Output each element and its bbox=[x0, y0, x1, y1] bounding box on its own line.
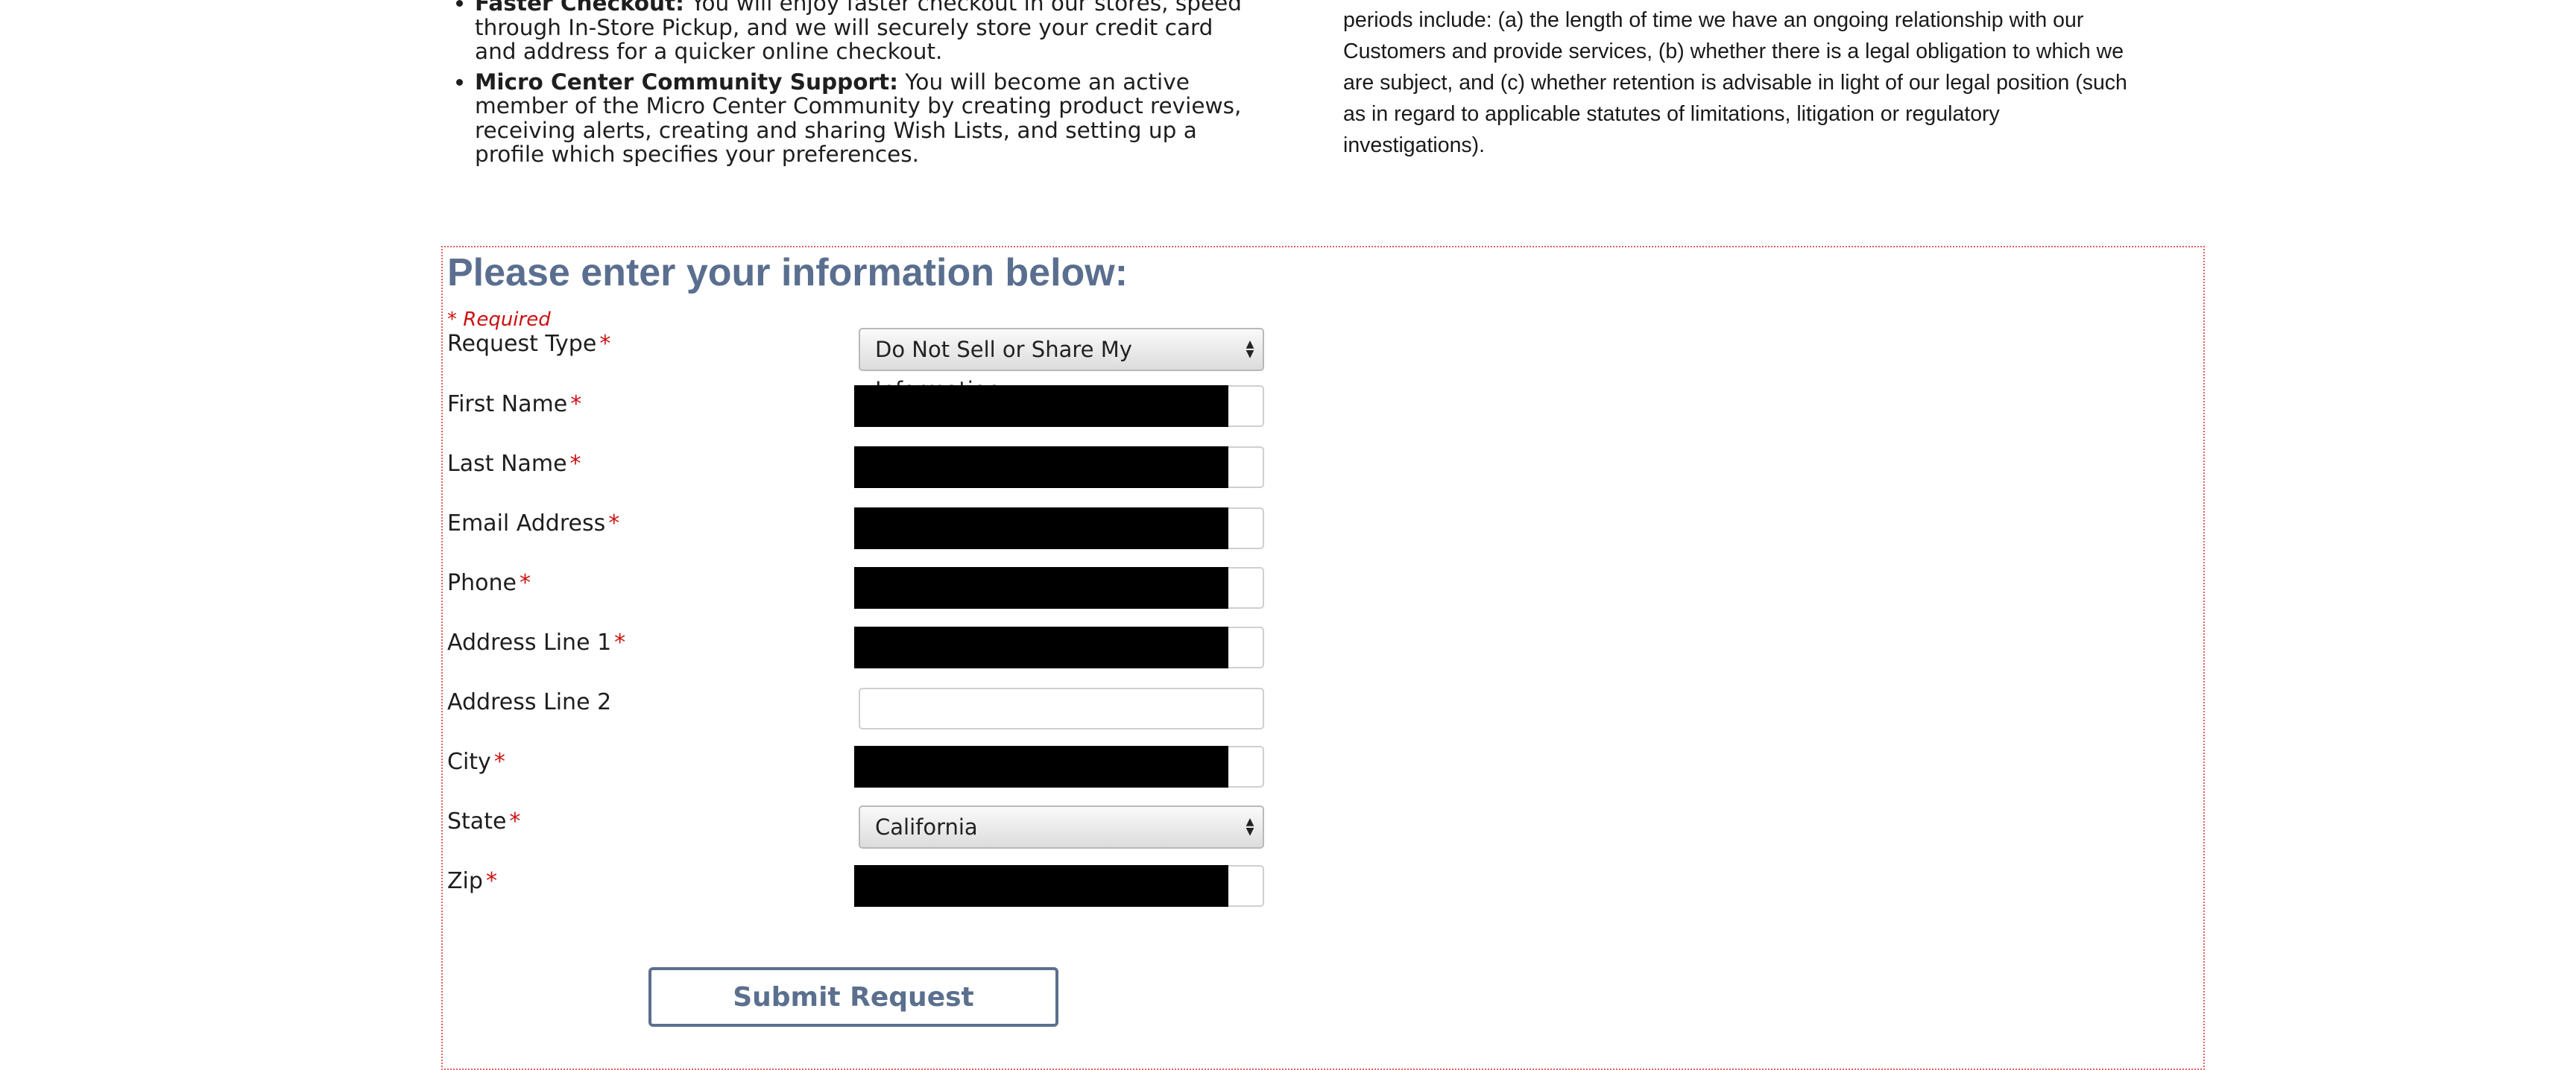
phone-label: Phone * bbox=[447, 570, 531, 596]
city-value bbox=[854, 746, 1228, 788]
address2-label: Address Line 2 bbox=[447, 689, 612, 715]
request-type-row: Request Type* Do Not Sell or Share My In… bbox=[447, 328, 1267, 402]
required-marker: * bbox=[519, 570, 531, 596]
email-field[interactable] bbox=[854, 507, 1264, 549]
last-name-label: Last Name * bbox=[447, 451, 581, 477]
phone-field[interactable] bbox=[854, 567, 1264, 609]
benefit-item-community-support: Micro Center Community Support: You will… bbox=[475, 69, 1252, 167]
privacy-request-form: Please enter your information below: * R… bbox=[441, 246, 2205, 1070]
first-name-row: First Name * bbox=[447, 385, 1267, 436]
form-title: Please enter your information below: bbox=[447, 251, 1128, 294]
city-row: City * bbox=[447, 746, 1267, 794]
required-marker: * bbox=[485, 868, 497, 894]
submit-request-button[interactable]: Submit Request bbox=[648, 967, 1058, 1027]
benefits-list: Faster Checkout: You will enjoy faster c… bbox=[447, 0, 1252, 167]
retention-paragraph: periods include: (a) the length of time … bbox=[1343, 8, 2127, 157]
first-name-label: First Name * bbox=[447, 391, 582, 417]
required-marker: * bbox=[493, 749, 505, 775]
request-type-select[interactable]: Do Not Sell or Share My Information ▲▼ bbox=[859, 328, 1264, 402]
city-label: City * bbox=[447, 749, 505, 775]
benefit-title: Micro Center Community Support: bbox=[475, 69, 898, 95]
address1-value bbox=[854, 627, 1228, 668]
required-marker: * bbox=[614, 630, 626, 656]
address2-row: Address Line 2 bbox=[447, 688, 1267, 734]
state-value: California bbox=[875, 814, 978, 840]
benefits-section: Faster Checkout: You will enjoy faster c… bbox=[447, 0, 1252, 173]
state-label: State * bbox=[447, 808, 521, 835]
zip-field[interactable] bbox=[854, 865, 1264, 907]
select-arrows-icon: ▲ ▼ bbox=[1246, 816, 1254, 838]
required-marker: * bbox=[570, 391, 582, 417]
address1-field[interactable] bbox=[854, 627, 1264, 668]
last-name-row: Last Name * bbox=[447, 446, 1267, 496]
city-field[interactable] bbox=[854, 746, 1264, 788]
first-name-input[interactable] bbox=[854, 385, 1264, 427]
email-label: Email Address * bbox=[447, 510, 620, 536]
email-value bbox=[854, 507, 1228, 549]
last-name-input[interactable] bbox=[854, 446, 1264, 488]
state-select[interactable]: California ▲ ▼ bbox=[859, 805, 1264, 849]
address2-value bbox=[859, 688, 1261, 729]
required-marker: * bbox=[509, 808, 521, 835]
address2-field[interactable] bbox=[859, 688, 1264, 729]
retention-section: periods include: (a) the length of time … bbox=[1343, 4, 2133, 161]
required-marker: * bbox=[599, 331, 611, 357]
address1-label: Address Line 1 * bbox=[447, 630, 626, 656]
phone-value bbox=[854, 567, 1228, 609]
address1-row: Address Line 1 * bbox=[447, 627, 1267, 674]
first-name-value bbox=[854, 385, 1228, 427]
email-row: Email Address * bbox=[447, 507, 1267, 555]
benefit-item-faster-checkout: Faster Checkout: You will enjoy faster c… bbox=[475, 0, 1252, 64]
select-arrows-icon: ▲ ▼ bbox=[1246, 338, 1254, 360]
zip-row: Zip * bbox=[447, 865, 1267, 913]
zip-label: Zip * bbox=[447, 868, 497, 894]
last-name-value bbox=[854, 446, 1228, 488]
benefit-title: Faster Checkout: bbox=[475, 0, 684, 16]
request-type-label: Request Type * bbox=[447, 331, 611, 357]
required-marker: * bbox=[608, 510, 620, 536]
phone-row: Phone * bbox=[447, 567, 1267, 615]
required-note: * Required bbox=[447, 308, 551, 331]
required-marker: * bbox=[569, 451, 581, 477]
state-row: State * California ▲ ▼ bbox=[447, 805, 1267, 853]
zip-value bbox=[854, 865, 1228, 907]
